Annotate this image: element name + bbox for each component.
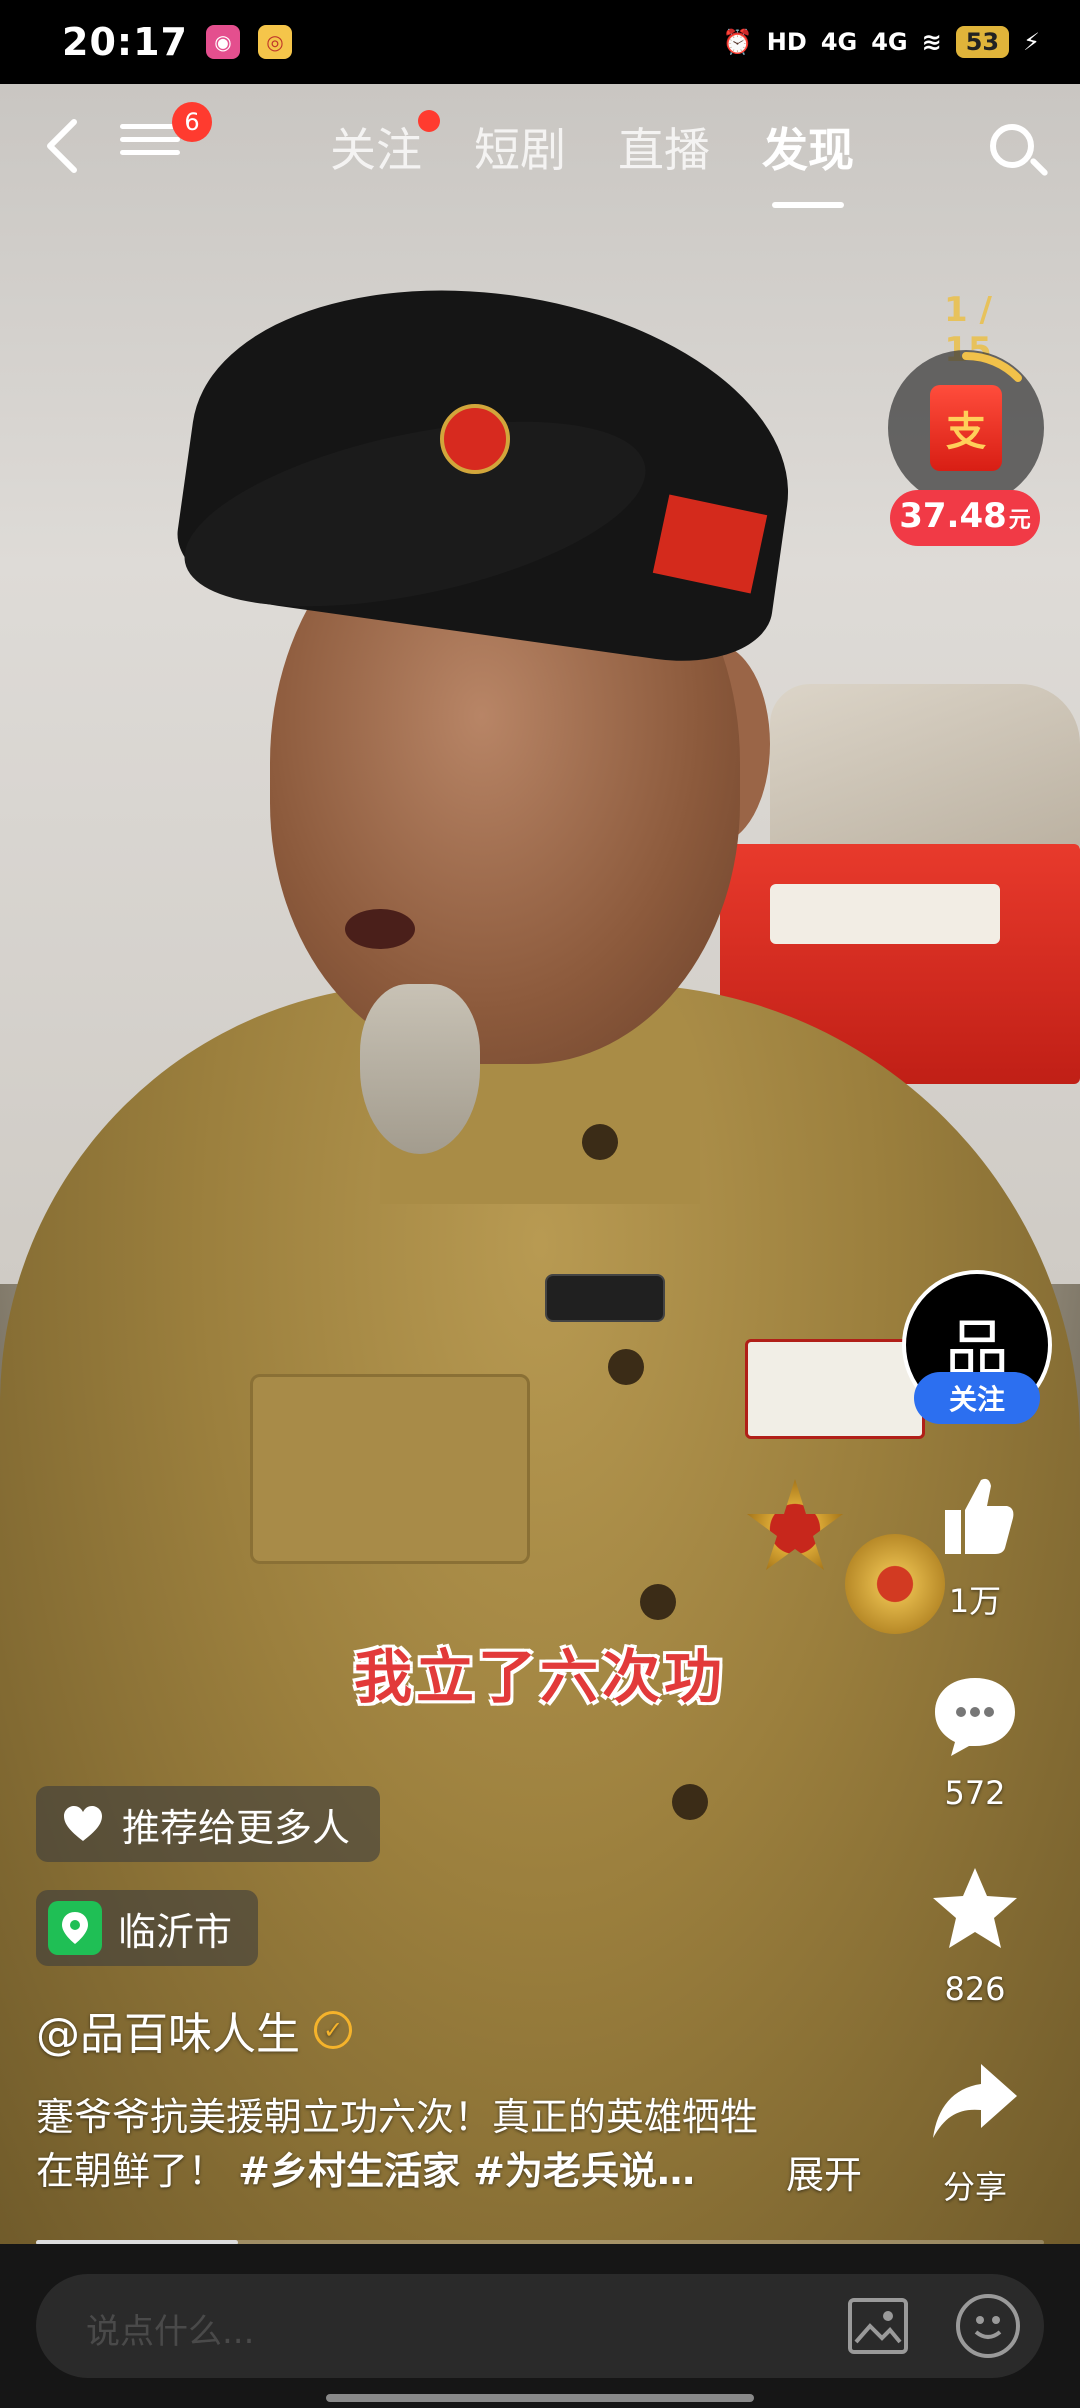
alarm-icon: ⏰ bbox=[722, 28, 753, 56]
tab-short-drama-label: 短剧 bbox=[474, 123, 566, 177]
cap-badge bbox=[440, 404, 510, 474]
image-icon[interactable] bbox=[848, 2298, 908, 2354]
thumbs-up-icon bbox=[945, 1478, 1014, 1554]
location-tag[interactable]: 临沂市 bbox=[36, 1890, 259, 1966]
status-bar: 20:17 ◉ ◎ ⏰ HD 4G 4G ≋ 53 ⚡ bbox=[0, 0, 1080, 84]
video-description[interactable]: 蹇爷爷抗美援朝立功六次！真正的英雄牺牲 在朝鲜了！ #乡村生活家 #为老兵说… bbox=[36, 2090, 876, 2198]
top-navigation: 6 关注 短剧 直播 发现 bbox=[0, 84, 1080, 224]
shirt-button bbox=[582, 1124, 618, 1160]
bilibili-app-icon: ◉ bbox=[205, 25, 240, 59]
share-label: 分享 bbox=[942, 2168, 1007, 2206]
search-icon bbox=[990, 124, 1034, 168]
description-hashtags[interactable]: #乡村生活家 #为老兵说… bbox=[238, 2149, 695, 2193]
comment-input[interactable]: 说点什么... bbox=[36, 2274, 1044, 2378]
tab-live-label: 直播 bbox=[618, 123, 710, 177]
mouth bbox=[345, 909, 415, 949]
reward-amount: 37.48 元 bbox=[890, 490, 1040, 546]
charging-icon: ⚡ bbox=[1023, 28, 1040, 56]
status-time: 20:17 bbox=[62, 20, 188, 64]
back-button[interactable] bbox=[30, 114, 94, 178]
recommend-label: 推荐给更多人 bbox=[122, 1805, 351, 1850]
tab-short-drama[interactable]: 短剧 bbox=[474, 114, 566, 180]
red-packet-button[interactable]: 支 bbox=[888, 350, 1044, 506]
comment-count: 572 bbox=[944, 1774, 1006, 1812]
reward-amount-value: 37.48 bbox=[899, 496, 1007, 536]
menu-icon bbox=[120, 124, 180, 129]
chevron-left-icon bbox=[47, 119, 77, 173]
video-subtitle: 我立了六次功 bbox=[353, 1643, 726, 1711]
signal-4g-icon: 4G bbox=[820, 28, 858, 56]
battery-level: 53 bbox=[955, 26, 1010, 58]
noodle-bundle bbox=[770, 684, 1080, 854]
description-line-2: 在朝鲜了！ bbox=[36, 2149, 227, 2193]
reward-amount-unit: 元 bbox=[1008, 508, 1031, 533]
feed-tabs: 关注 短剧 直播 发现 bbox=[330, 110, 854, 208]
notification-badge: 6 bbox=[172, 102, 212, 142]
clip-microphone bbox=[545, 1274, 665, 1322]
favorite-button[interactable]: 826 bbox=[900, 1860, 1050, 2008]
active-tab-indicator bbox=[772, 202, 844, 208]
heart-icon bbox=[64, 1806, 102, 1841]
expand-button[interactable]: 展开 bbox=[786, 2144, 862, 2199]
tab-live[interactable]: 直播 bbox=[618, 114, 710, 180]
star-icon bbox=[933, 1868, 1017, 1948]
favorite-count: 826 bbox=[944, 1970, 1006, 2008]
tab-discover-label: 发现 bbox=[762, 123, 854, 177]
description-line-1: 蹇爷爷抗美援朝立功六次！真正的英雄牺牲 bbox=[36, 2095, 759, 2139]
creator-handle-text: @品百味人生 bbox=[36, 2009, 300, 2060]
tab-discover[interactable]: 发现 bbox=[762, 114, 854, 208]
creator-handle[interactable]: @品百味人生 ✓ bbox=[36, 1998, 352, 2062]
shirt-pocket bbox=[250, 1374, 530, 1564]
hd-indicator: HD bbox=[766, 28, 807, 56]
follow-button[interactable]: 关注 bbox=[914, 1372, 1040, 1424]
tab-follow-label: 关注 bbox=[330, 123, 422, 177]
tab-follow[interactable]: 关注 bbox=[330, 110, 440, 180]
name-tag bbox=[745, 1339, 925, 1439]
beard bbox=[360, 984, 480, 1154]
shirt-button bbox=[608, 1349, 644, 1385]
location-pin-icon bbox=[48, 1901, 102, 1955]
share-button[interactable]: 分享 bbox=[900, 2052, 1050, 2208]
home-indicator[interactable] bbox=[326, 2394, 754, 2402]
verified-badge-icon: ✓ bbox=[314, 2011, 352, 2049]
like-button[interactable]: 1万 bbox=[900, 1466, 1050, 1622]
comment-placeholder: 说点什么... bbox=[86, 2312, 255, 2352]
signal-4g-icon-2: 4G bbox=[871, 28, 908, 56]
location-label: 临沂市 bbox=[118, 1909, 233, 1954]
like-count: 1万 bbox=[948, 1582, 1002, 1620]
share-arrow-icon bbox=[933, 2064, 1017, 2138]
tab-follow-dot bbox=[418, 110, 440, 132]
bottom-bar: 说点什么... bbox=[0, 2244, 1080, 2408]
shirt-button bbox=[672, 1784, 708, 1820]
search-button[interactable] bbox=[986, 120, 1049, 180]
eye-app-icon: ◎ bbox=[257, 25, 292, 59]
menu-button[interactable] bbox=[120, 116, 180, 176]
wifi-icon: ≋ bbox=[921, 28, 942, 56]
shirt-button bbox=[640, 1584, 676, 1620]
reward-progress-ring bbox=[962, 351, 1022, 382]
emoji-icon[interactable] bbox=[956, 2294, 1020, 2358]
recommend-button[interactable]: 推荐给更多人 bbox=[36, 1786, 381, 1862]
